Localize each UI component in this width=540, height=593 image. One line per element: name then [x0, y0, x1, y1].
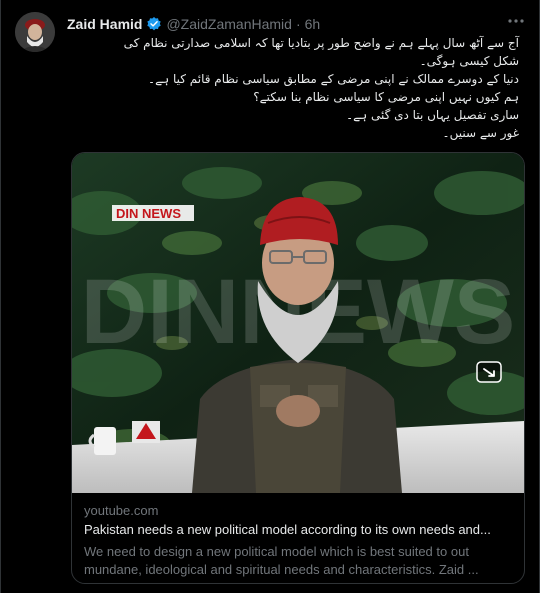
timestamp[interactable]: 6h: [305, 16, 321, 32]
tweet: Zaid Hamid @ZaidZamanHamid · 6h آج سے آٹ…: [0, 0, 540, 593]
card-description-line: mundane, ideological and spiritual needs…: [84, 562, 479, 577]
avatar-image: [15, 12, 55, 52]
tweet-text-line: ہم کیوں نہیں اپنی مرضی کا سیاسی نظام بنا…: [253, 90, 519, 104]
card-description-line: We need to design a new political model …: [84, 544, 469, 559]
channel-logo: DIN NEWS: [112, 205, 194, 221]
separator-dot: ·: [295, 16, 301, 32]
tweet-text-line: ساری تفصیل یہاں بتا دی گئی ہے۔: [346, 108, 519, 122]
card-info: youtube.com Pakistan needs a new politic…: [84, 502, 514, 579]
verified-badge-icon: [146, 16, 162, 32]
tweet-text: آج سے آٹھ سال پہلے ہم نے واضح طور پر بتا…: [67, 34, 519, 142]
card-title[interactable]: Pakistan needs a new political model acc…: [84, 521, 514, 539]
tweet-text-line: غور سے سنیں۔: [442, 126, 519, 140]
thumbnail-image: DINNEWS DIN NEWS: [72, 153, 524, 493]
user-handle[interactable]: @ZaidZamanHamid: [166, 16, 291, 32]
card-description: We need to design a new political model …: [84, 543, 514, 579]
video-thumbnail[interactable]: DINNEWS DIN NEWS: [72, 153, 524, 493]
tweet-text-line: آج سے آٹھ سال پہلے ہم نے واضح طور پر بتا…: [123, 36, 519, 50]
tweet-text-line: شکل کیسی ہوگی۔: [419, 54, 519, 68]
expand-icon[interactable]: [476, 361, 502, 383]
card-domain: youtube.com: [84, 503, 159, 518]
link-preview-card[interactable]: DINNEWS DIN NEWS youtube.com Pakistan ne…: [71, 152, 525, 584]
tweet-header: Zaid Hamid @ZaidZamanHamid · 6h: [67, 14, 499, 34]
display-name[interactable]: Zaid Hamid: [67, 16, 142, 32]
avatar[interactable]: [15, 12, 55, 52]
more-options-icon[interactable]: [505, 12, 527, 30]
svg-text:DIN NEWS: DIN NEWS: [116, 206, 181, 221]
tweet-text-line: دنیا کے دوسرے ممالک نے اپنی مرضی کے مطاب…: [148, 72, 519, 86]
